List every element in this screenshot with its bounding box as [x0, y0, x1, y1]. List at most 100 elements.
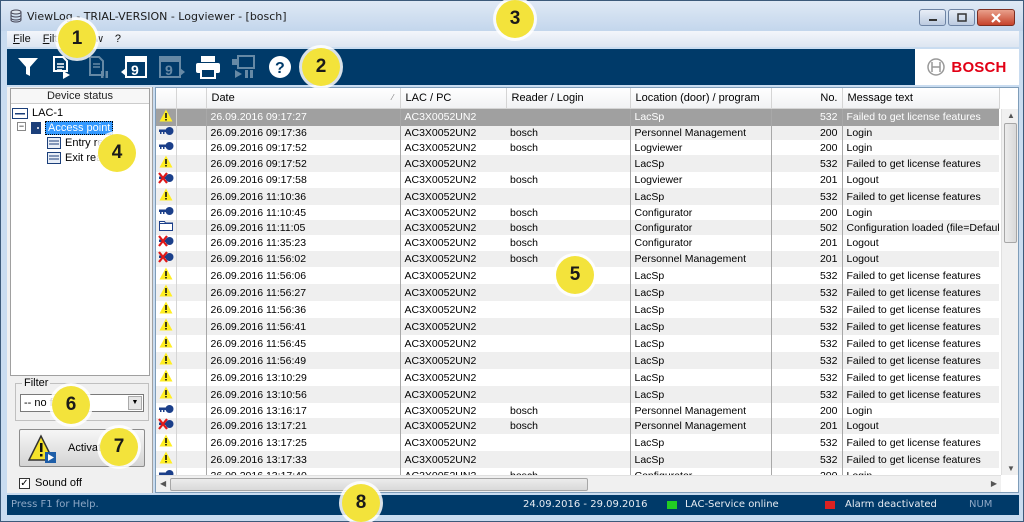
- scroll-up-icon[interactable]: ▲: [1007, 111, 1015, 120]
- next-day-button[interactable]: 9: [157, 53, 187, 81]
- row-reader: bosch: [506, 220, 630, 236]
- playback-button[interactable]: [229, 53, 259, 81]
- row-location: Logviewer: [629, 140, 771, 156]
- log-row[interactable]: 26.09.2016 13:17:25 AC3X0052UN2 LacSp 532 Fa…: [156, 434, 999, 452]
- minimize-button[interactable]: [919, 9, 946, 26]
- menu-file[interactable]: File: [13, 33, 31, 45]
- vertical-scroll-thumb[interactable]: [1004, 123, 1017, 243]
- log-row[interactable]: 26.09.2016 13:10:56 AC3X0052UN2 LacSp 532 Fa…: [156, 386, 999, 404]
- sound-off-label: Sound off: [35, 477, 82, 489]
- row-number: 532: [770, 108, 843, 126]
- warning-icon: [159, 318, 173, 331]
- row-type-icon: [156, 155, 177, 173]
- warning-icon: [159, 188, 173, 201]
- log-row[interactable]: 26.09.2016 09:17:58 AC3X0052UN2 bosch Logvi…: [156, 172, 999, 189]
- log-row[interactable]: 26.09.2016 11:35:23 AC3X0052UN2 bosch Confi…: [156, 235, 999, 252]
- row-location: LacSp: [629, 335, 771, 353]
- log-row[interactable]: 26.09.2016 13:17:33 AC3X0052UN2 LacSp 532 Fa…: [156, 451, 999, 469]
- row-date: 26.09.2016 11:35:23: [210, 237, 307, 250]
- log-row[interactable]: 26.09.2016 11:56:36 AC3X0052UN2 LacSp 532 Fa…: [156, 301, 999, 319]
- row-reader: bosch: [506, 418, 630, 435]
- log-row[interactable]: 26.09.2016 09:17:52 AC3X0052UN2 LacSp 532 Fa…: [156, 155, 999, 173]
- log-row[interactable]: 26.09.2016 13:10:29 AC3X0052UN2 LacSp 532 Fa…: [156, 369, 999, 387]
- column-header-reader[interactable]: Reader / Login: [506, 88, 631, 109]
- column-header-message[interactable]: Message text: [842, 88, 1000, 109]
- row-message: Logout: [842, 418, 999, 435]
- tree-collapse-toggle[interactable]: −: [17, 122, 26, 131]
- row-flag: [176, 188, 207, 206]
- column-header-type[interactable]: [156, 88, 177, 109]
- row-type-icon: [156, 369, 177, 387]
- log-row[interactable]: 26.09.2016 11:56:41 AC3X0052UN2 LacSp 532 Fa…: [156, 318, 999, 336]
- row-flag: [176, 369, 207, 387]
- row-message: Failed to get license features: [842, 386, 999, 404]
- column-header-lac[interactable]: LAC / PC: [400, 88, 507, 109]
- svg-text:9: 9: [165, 62, 173, 78]
- row-type-icon: [156, 335, 177, 353]
- row-flag: [176, 386, 207, 404]
- row-number: 201: [770, 172, 843, 189]
- filter-button[interactable]: [13, 53, 43, 81]
- menu-help[interactable]: ?: [115, 33, 121, 45]
- scroll-down-icon[interactable]: ▼: [1007, 464, 1015, 473]
- scroll-right-icon[interactable]: ▶: [991, 479, 997, 488]
- log-row[interactable]: 26.09.2016 11:10:45 AC3X0052UN2 bosch Confi…: [156, 205, 999, 221]
- status-alarm: Alarm deactivated: [845, 499, 937, 510]
- row-number: 532: [770, 352, 843, 370]
- row-lac: AC3X0052UN2: [399, 451, 506, 469]
- row-location: LacSp: [629, 451, 771, 469]
- row-location: LacSp: [629, 284, 771, 302]
- sound-off-checkbox[interactable]: ✓ Sound off: [19, 477, 82, 489]
- checkbox-checked-icon[interactable]: ✓: [19, 477, 30, 489]
- chevron-down-icon[interactable]: ▼: [128, 396, 142, 410]
- scroll-left-icon[interactable]: ◀: [160, 479, 166, 488]
- log-row[interactable]: 26.09.2016 13:16:17 AC3X0052UN2 bosch Perso…: [156, 403, 999, 419]
- warning-icon: [159, 352, 173, 365]
- row-type-icon: [156, 418, 177, 435]
- close-icon: [991, 12, 1001, 23]
- key-login-icon: [158, 126, 174, 135]
- row-lac: AC3X0052UN2: [399, 352, 506, 370]
- log-row[interactable]: 26.09.2016 11:56:45 AC3X0052UN2 LacSp 532 Fa…: [156, 335, 999, 353]
- row-flag: [176, 418, 207, 435]
- log-row[interactable]: 26.09.2016 11:56:49 AC3X0052UN2 LacSp 532 Fa…: [156, 352, 999, 370]
- row-lac: AC3X0052UN2: [399, 172, 506, 189]
- log-row[interactable]: 26.09.2016 11:11:05 AC3X0052UN2 bosch Confi…: [156, 220, 999, 236]
- row-reader: [506, 386, 630, 404]
- log-row[interactable]: 26.09.2016 13:17:21 AC3X0052UN2 bosch Perso…: [156, 418, 999, 435]
- database-icon: [10, 9, 22, 23]
- row-lac: AC3X0052UN2: [399, 301, 506, 319]
- column-header-location[interactable]: Location (door) / program: [630, 88, 772, 109]
- row-date: 26.09.2016 09:17:27: [206, 108, 400, 126]
- pause-button[interactable]: [83, 53, 113, 81]
- row-reader: bosch: [506, 125, 630, 141]
- vertical-scrollbar[interactable]: ▲ ▼: [1001, 109, 1018, 475]
- row-location: LacSp: [629, 188, 771, 206]
- column-header-date[interactable]: Date ⁄: [206, 88, 401, 109]
- horizontal-scroll-thumb[interactable]: [170, 478, 588, 491]
- log-row[interactable]: 26.09.2016 11:10:36 AC3X0052UN2 LacSp 532 Fa…: [156, 188, 999, 206]
- row-lac: AC3X0052UN2: [399, 267, 506, 285]
- tree-item-lac[interactable]: LAC-1: [12, 107, 63, 119]
- row-date: 26.09.2016 09:17:52: [206, 155, 400, 173]
- column-header-no[interactable]: No.: [771, 88, 843, 109]
- tree-item-access-point[interactable]: Access point: [31, 121, 114, 135]
- previous-day-button[interactable]: 9: [119, 53, 149, 81]
- help-button[interactable]: ?: [265, 53, 295, 81]
- print-button[interactable]: [193, 53, 223, 81]
- horizontal-scrollbar[interactable]: ◀ ▶: [156, 475, 1001, 492]
- log-row[interactable]: 26.09.2016 09:17:52 AC3X0052UN2 bosch Logvi…: [156, 140, 999, 156]
- maximize-button[interactable]: [948, 9, 975, 26]
- toolbar: 9 9 ? BOSCH: [7, 49, 1019, 85]
- grid-body: 26.09.2016 09:17:27 AC3X0052UN2 LacSp 532 Fa…: [156, 108, 999, 492]
- service-status-led-icon: [667, 501, 677, 509]
- close-button[interactable]: [977, 9, 1015, 26]
- row-date: 26.09.2016 09:17:58: [210, 174, 307, 187]
- log-row[interactable]: 26.09.2016 09:17:36 AC3X0052UN2 bosch Perso…: [156, 125, 999, 141]
- status-service: LAC-Service online: [685, 499, 779, 510]
- log-row[interactable]: 26.09.2016 09:17:27 AC3X0052UN2 LacSp 532 Fa…: [156, 108, 999, 126]
- reader-icon: [47, 152, 61, 164]
- row-message: Failed to get license features: [846, 269, 981, 282]
- row-location: Configurator: [629, 220, 771, 236]
- column-header-flag[interactable]: [176, 88, 207, 109]
